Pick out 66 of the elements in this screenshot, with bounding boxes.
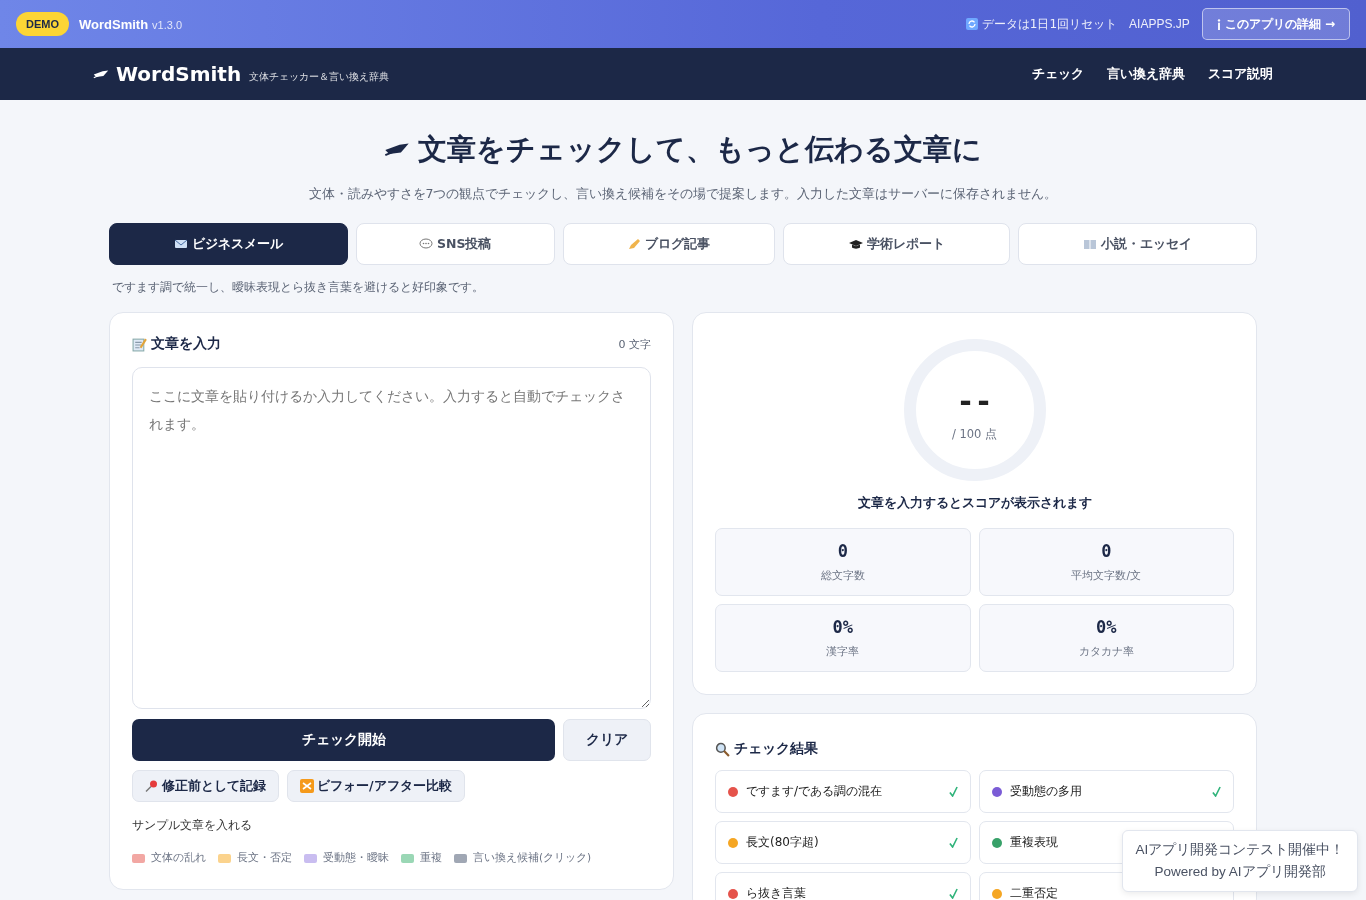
category-tab[interactable]: 学術レポート (783, 223, 1011, 265)
pencil-icon (627, 238, 642, 250)
clear-button[interactable]: クリア (563, 719, 651, 761)
about-button[interactable]: このアプリの詳細 → (1201, 8, 1350, 40)
search-icon (715, 741, 730, 757)
speech-bubble-icon (419, 238, 434, 250)
result-item[interactable]: ですます/である調の混在 (715, 770, 971, 813)
result-label: 二重否定 (1009, 885, 1058, 900)
legend-label: 文体の乱れ (151, 851, 206, 865)
category-tab[interactable]: 小説・エッセイ (1018, 223, 1257, 265)
char-count: 0 文字 (618, 336, 651, 352)
logo-text: WordSmith (116, 62, 242, 86)
result-item[interactable]: 長文(80字超) (715, 821, 971, 864)
card-title: チェック結果 (734, 740, 818, 758)
info-icon (1216, 18, 1221, 30)
book-icon (1083, 238, 1098, 250)
check-button[interactable]: チェック開始 (132, 719, 555, 761)
stat-label: 漢字率 (826, 645, 860, 659)
refresh-icon (965, 18, 978, 30)
compare-button[interactable]: ビフォー/アフター比較 (287, 770, 465, 802)
stat-value: 0% (832, 617, 853, 637)
stat-label: カタカナ率 (1078, 645, 1134, 659)
score-message: 文章を入力するとスコアが表示されます (857, 495, 1092, 512)
nav-link[interactable]: スコア説明 (1208, 65, 1273, 83)
stat-value: 0% (1096, 617, 1117, 637)
stat-label: 平均文字数/文 (1071, 569, 1141, 583)
pen-icon (93, 68, 109, 80)
result-label: 長文(80字超) (746, 834, 819, 851)
result-label: 重複表現 (1009, 834, 1058, 851)
record-button[interactable]: 修正前として記録 (132, 770, 279, 802)
memo-icon (132, 336, 147, 352)
demo-badge: DEMO (16, 12, 69, 36)
result-item[interactable]: ら抜き言葉 (715, 872, 971, 900)
legend-label: 長文・否定 (237, 851, 292, 865)
tab-hint: ですます調で統一し、曖昧表現とら抜き言葉を避けると好印象です。 (112, 279, 485, 296)
site-link[interactable]: AIAPPS.JP (1129, 17, 1190, 31)
legend-label: 言い換え候補(クリック) (473, 851, 592, 865)
result-label: ら抜き言葉 (746, 885, 806, 900)
tagline: 文体チェッカー＆言い換え辞典 (249, 70, 390, 84)
stat-value: 0 (837, 541, 848, 561)
pin-icon (145, 779, 159, 793)
card-title: 文章を入力 (151, 335, 221, 353)
hero-title: 文章をチェックして、もっと伝わる文章に (418, 131, 982, 168)
app-name: WordSmith (79, 16, 149, 32)
category-tab[interactable]: ビジネスメール (109, 223, 348, 265)
stat-label: 総文字数 (820, 569, 865, 583)
envelope-icon (173, 238, 188, 250)
category-tab[interactable]: ブログ記事 (562, 223, 776, 265)
score-value: -- (956, 386, 993, 417)
nav-link[interactable]: チェック (1032, 65, 1084, 83)
hero-subtitle: 文体・読みやすさを7つの観点でチェックし、言い換え候補をその場で提案します。入力した文章はサーバーに保存されません。 (307, 186, 1059, 203)
result-label: 受動態の多用 (1009, 783, 1082, 800)
version-label: v1.3.0 (152, 19, 183, 31)
score-unit: / 100 点 (951, 426, 998, 442)
category-tab[interactable]: SNS投稿 (355, 223, 555, 265)
graduation-cap-icon (848, 238, 863, 250)
sample-link[interactable]: サンプル文章を入れる (132, 818, 651, 833)
stat-value: 0 (1101, 541, 1112, 561)
result-label: ですます/である調の混在 (746, 783, 883, 800)
legend-label: 受動態・曖昧 (323, 851, 389, 865)
result-item[interactable]: 受動態の多用 (978, 770, 1234, 813)
reset-note: データは1日1回リセット (981, 15, 1118, 33)
nav-link[interactable]: 言い換え辞典 (1107, 65, 1185, 83)
text-input-field[interactable]: ここに文章を貼り付けるか入力してください。入力すると自動でチェックされます。 (132, 367, 651, 709)
pen-icon (384, 141, 410, 159)
legend-label: 重複 (420, 851, 442, 865)
